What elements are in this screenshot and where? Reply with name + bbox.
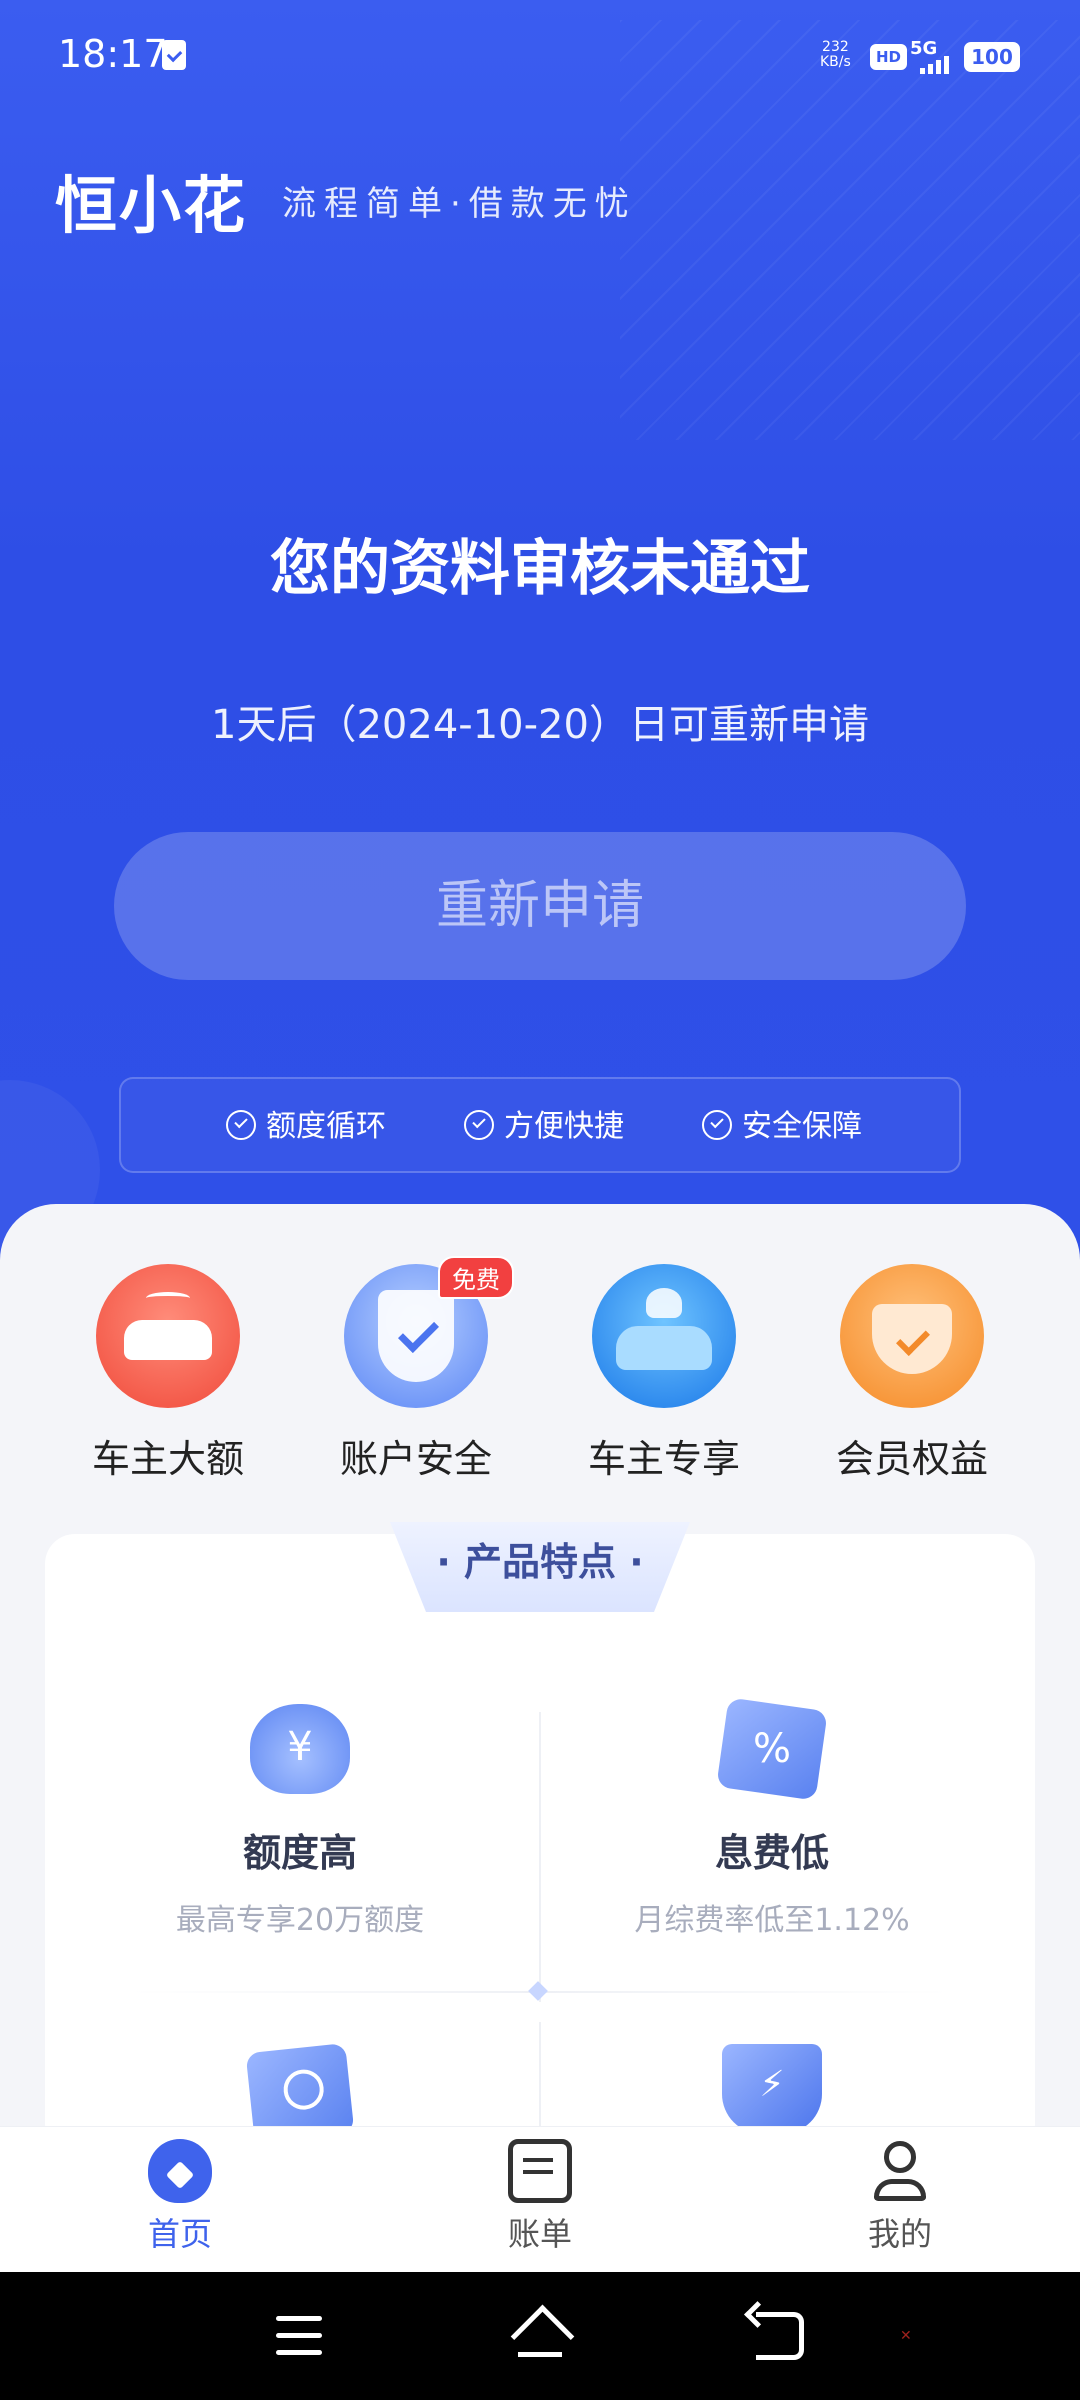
battery-icon: 100 — [964, 42, 1020, 72]
car-exclusive-icon — [592, 1264, 736, 1408]
home-icon — [148, 2139, 212, 2203]
car-icon — [96, 1264, 240, 1408]
brand-slogan: 流程简单·借款无忧 — [282, 184, 637, 224]
home-nav-icon[interactable] — [510, 2308, 570, 2362]
shortcut-label: 车主专享 — [587, 1437, 740, 1481]
brand-logo: 恒小花 — [55, 169, 248, 242]
watermark-logo: ✕ — [900, 2328, 912, 2344]
check-circle-icon — [226, 1109, 256, 1140]
shortcut-label: 账户安全 — [339, 1437, 492, 1481]
net-speed-unit: KB/s — [820, 54, 851, 70]
shortcut-label: 车主大额 — [91, 1437, 244, 1481]
notification-icon — [162, 40, 186, 70]
review-title: 您的资料审核未通过 — [270, 534, 810, 604]
tab-bill[interactable]: 账单 — [440, 2139, 640, 2255]
bill-icon — [508, 2139, 572, 2203]
net-speed-value: 232 — [822, 39, 849, 55]
feature-fast — [572, 2044, 972, 2134]
tab-label: 账单 — [507, 2215, 572, 2253]
signal-icon — [920, 54, 954, 74]
tab-label: 首页 — [147, 2215, 212, 2253]
feature-item: 方便快捷 — [464, 1079, 624, 1175]
shortcut-car-exclusive[interactable]: 车主专享 — [564, 1264, 764, 1483]
profile-icon — [868, 2139, 932, 2203]
net-speed: 232 KB/s — [820, 40, 851, 70]
feature-id — [100, 2043, 500, 2143]
status-time: 18:17 — [58, 32, 168, 76]
tab-home[interactable]: 首页 — [80, 2139, 280, 2255]
review-subtitle: 1天后（2024-10-20）日可重新申请 — [211, 702, 869, 748]
feature-title: 额度高 — [242, 1831, 357, 1875]
feature-label: 方便快捷 — [504, 1109, 624, 1144]
feature-desc: 月综费率低至1.12% — [634, 1903, 910, 1938]
shortcut-member-benefits[interactable]: 会员权益 — [812, 1264, 1012, 1483]
feature-label: 额度循环 — [266, 1109, 386, 1144]
money-bag-icon — [250, 1704, 350, 1794]
menu-icon[interactable] — [276, 2316, 322, 2356]
back-icon[interactable] — [756, 2312, 804, 2360]
lightning-shield-icon — [722, 2044, 822, 2134]
divider — [539, 1712, 541, 2002]
feature-strip: 额度循环 方便快捷 安全保障 — [119, 1077, 961, 1173]
feature-desc: 最高专享20万额度 — [175, 1903, 425, 1938]
reapply-button[interactable]: 重新申请 — [114, 832, 966, 980]
bottom-tab-bar: 首页 账单 我的 — [0, 2126, 1080, 2272]
shortcut-car-loan[interactable]: 车主大额 — [68, 1264, 268, 1483]
system-nav-bar: ✕ — [0, 2272, 1080, 2400]
tab-label: 我的 — [867, 2215, 932, 2253]
feature-label: 安全保障 — [742, 1109, 862, 1144]
hd-icon: HD — [870, 44, 908, 70]
feature-title: 息费低 — [714, 1831, 829, 1875]
feature-item: 额度循环 — [226, 1079, 386, 1175]
check-circle-icon — [464, 1109, 494, 1140]
status-bar: 18:17 232 KB/s HD 5G 100 — [0, 0, 1080, 110]
free-badge: 免费 — [438, 1256, 514, 1299]
product-features-tab: · 产品特点 · — [390, 1522, 690, 1612]
check-circle-icon — [702, 1109, 732, 1140]
crown-icon — [840, 1264, 984, 1408]
shortcut-label: 会员权益 — [835, 1437, 988, 1481]
feature-high-limit: 额度高 最高专享20万额度 — [100, 1704, 500, 1939]
percent-icon — [716, 1697, 828, 1801]
hero-banner: 18:17 232 KB/s HD 5G 100 恒小花 流程简单·借款无忧 您… — [0, 0, 1080, 1260]
feature-item: 安全保障 — [702, 1079, 862, 1175]
content-sheet: 车主大额 账户安全 免费 车主专享 会员权益 · 产品特点 · 额度高 最高专享… — [0, 1204, 1080, 2162]
feature-low-fee: 息费低 月综费率低至1.12% — [572, 1697, 972, 1939]
tab-me[interactable]: 我的 — [800, 2139, 1000, 2255]
